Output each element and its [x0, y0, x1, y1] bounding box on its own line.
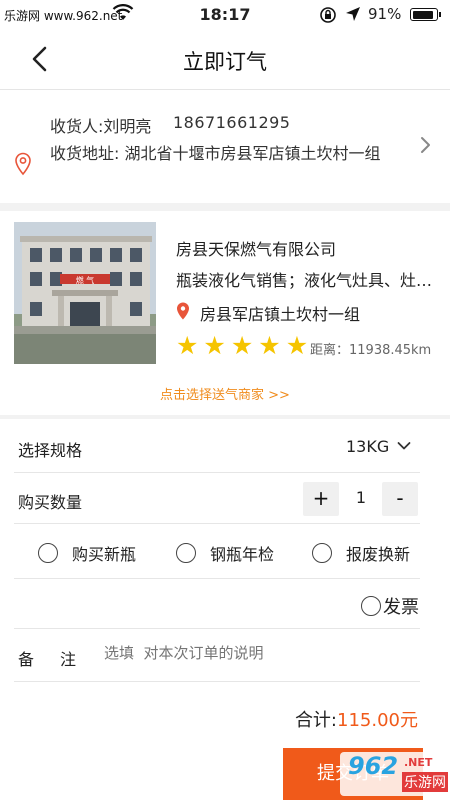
radio-unchecked-icon[interactable]	[38, 543, 58, 563]
option-label: 钢瓶年检	[210, 545, 275, 564]
merchant-name: 房县天保燃气有限公司	[176, 240, 337, 259]
building-sign: 燃 气	[76, 275, 95, 285]
option-label: 购买新瓶	[72, 545, 137, 564]
divider	[14, 472, 420, 473]
recipient-name: 收货人:刘明亮	[50, 117, 152, 136]
chevron-right-icon	[421, 137, 430, 153]
quantity-value: 1	[355, 488, 367, 507]
recipient-phone: 18671661295	[173, 113, 291, 132]
address-text: 收货地址: 湖北省十堰市房县军店镇土坎村一组	[50, 144, 381, 163]
merchant-photo: 燃 气	[14, 222, 156, 364]
option-label: 报废换新	[346, 545, 411, 564]
star-icon: ★	[203, 331, 226, 360]
rotation-lock-icon	[320, 7, 336, 23]
invoice-option[interactable]: 发票	[361, 593, 419, 619]
delivery-address-card[interactable]: 收货人:刘明亮 18671661295 收货地址: 湖北省十堰市房县军店镇土坎村…	[0, 91, 450, 203]
status-bar: 乐游网 www.962.net 18:17 91%	[0, 0, 450, 30]
divider	[14, 523, 420, 524]
location-arrow-icon	[346, 7, 360, 21]
quantity-minus-button[interactable]: -	[382, 482, 418, 516]
star-icon: ★	[258, 331, 281, 360]
battery-percent: 91%	[368, 5, 402, 23]
location-pin-icon	[15, 152, 31, 176]
quantity-label: 购买数量	[18, 493, 83, 512]
total-label: 合计:	[294, 710, 338, 731]
option-annual-inspection[interactable]: 钢瓶年检	[176, 541, 274, 565]
quantity-plus-button[interactable]: +	[303, 482, 339, 516]
divider	[14, 628, 420, 629]
choose-merchant-link[interactable]: 点击选择送气商家 >>	[0, 384, 450, 403]
location-pin-icon	[177, 302, 189, 320]
rating-stars: ★ ★ ★ ★ ★	[176, 333, 308, 359]
order-total: 合计:115.00元	[295, 706, 418, 732]
radio-unchecked-icon[interactable]	[176, 543, 196, 563]
merchant-location: 房县军店镇土坎村一组	[200, 305, 361, 324]
merchant-description: 瓶装液化气销售；液化气灶具、灶具配件销售	[176, 271, 438, 290]
merchant-distance: 距离：11938.45km	[310, 343, 432, 358]
section-separator	[0, 415, 450, 419]
remark-input[interactable]	[104, 644, 404, 662]
total-amount: 115.00元	[337, 710, 418, 731]
site-watermark: 962 .NET 乐游网	[340, 752, 448, 796]
star-icon: ★	[176, 331, 199, 360]
star-icon: ★	[230, 331, 254, 360]
radio-unchecked-icon[interactable]	[361, 596, 381, 616]
watermark-number: 962	[348, 752, 399, 780]
divider	[14, 681, 420, 682]
option-new-bottle[interactable]: 购买新瓶	[38, 541, 136, 565]
nav-bar: 立即订气	[0, 30, 450, 90]
spec-select[interactable]: 13KG	[346, 437, 389, 456]
section-separator	[0, 203, 450, 211]
merchant-card: 燃 气 房县天保燃气有限公司 瓶装液化气销售；液化气灶具、灶具配件销售 房县军店…	[0, 212, 450, 415]
page-title: 立即订气	[183, 50, 267, 74]
star-icon: ★	[285, 331, 309, 360]
option-scrap-replace[interactable]: 报废换新	[312, 541, 410, 565]
chevron-down-icon[interactable]	[397, 441, 411, 451]
battery-icon	[410, 8, 441, 21]
divider	[14, 578, 420, 579]
watermark-site: 乐游网	[402, 772, 448, 792]
watermark-net: .NET	[404, 756, 433, 769]
remark-label: 备注	[18, 650, 103, 669]
spec-label: 选择规格	[18, 441, 83, 460]
invoice-label: 发票	[383, 597, 419, 618]
radio-unchecked-icon[interactable]	[312, 543, 332, 563]
